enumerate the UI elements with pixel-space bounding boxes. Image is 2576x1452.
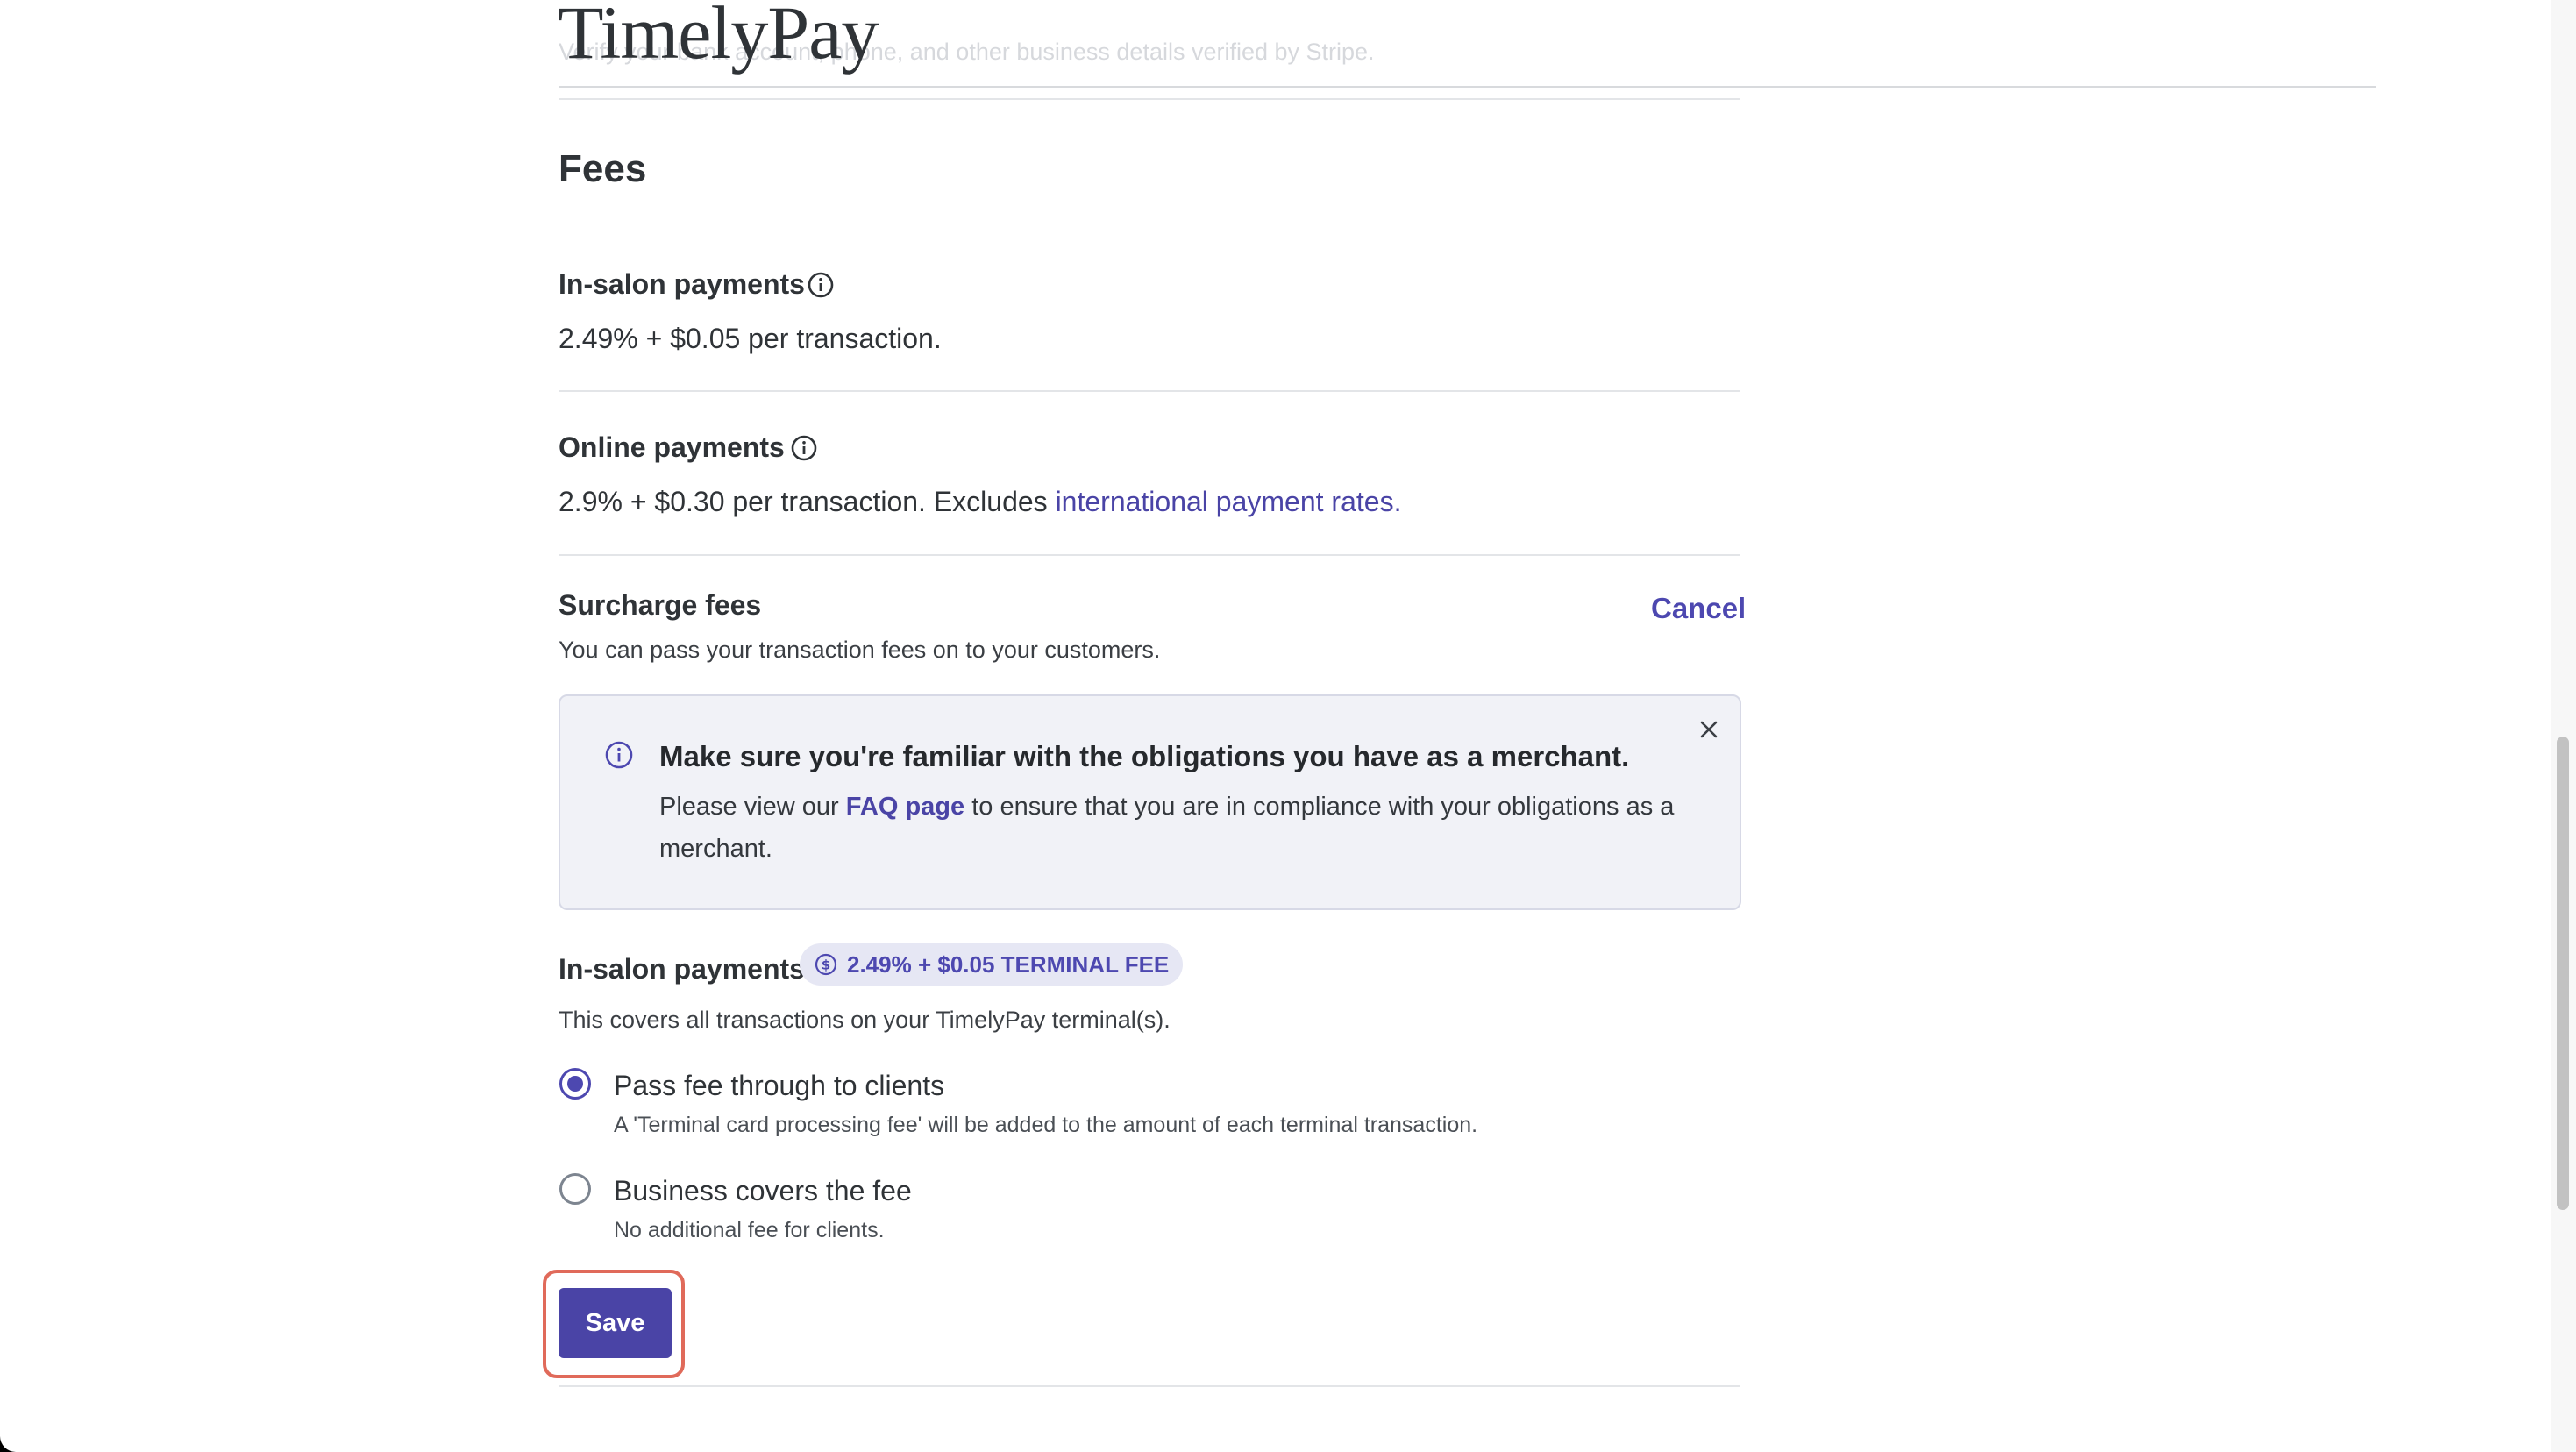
surcharge-description: You can pass your transaction fees on to… [559,637,1161,663]
notice-title: Make sure you're familiar with the oblig… [659,740,1630,772]
window-corner [0,1436,16,1452]
terminal-fee-badge: $ 2.49% + $0.05 TERMINAL FEE [800,943,1184,986]
fee-divider [559,390,1740,392]
fee-divider [559,554,1740,556]
scrollbar-track[interactable] [2551,0,2576,1452]
brand-header: Verify your bank account, phone, and oth… [0,0,2376,89]
in-salon-surcharge-description: This covers all transactions on your Tim… [559,1007,1171,1033]
in-salon-rate: 2.49% + $0.05 per transaction. [559,323,942,354]
surcharge-fees-title: Surcharge fees [559,589,762,621]
pass-fee-radio[interactable] [559,1068,591,1100]
in-salon-payments-label: In-salon payments [559,268,805,300]
business-covers-radio[interactable] [559,1173,591,1205]
info-icon [605,741,633,769]
svg-text:$: $ [822,957,830,973]
in-salon-surcharge-label: In-salon payments [559,953,805,985]
info-icon[interactable] [807,271,835,299]
save-button[interactable]: Save [559,1288,672,1358]
merchant-obligations-notice: Make sure you're familiar with the oblig… [559,694,1741,910]
business-covers-option-help: No additional fee for clients. [614,1218,885,1242]
section-divider [559,1385,1740,1387]
dollar-circle-icon: $ [815,953,837,976]
fees-heading: Fees [559,147,647,190]
online-rate: 2.9% + $0.30 per transaction. Excludes i… [559,486,1401,518]
pass-fee-option-label[interactable]: Pass fee through to clients [614,1070,944,1102]
header-divider [559,86,2376,88]
online-payments-label: Online payments [559,431,785,463]
terminal-fee-badge-label: 2.49% + $0.05 TERMINAL FEE [847,950,1170,978]
faq-page-link[interactable]: FAQ page [846,793,964,821]
business-covers-option-label[interactable]: Business covers the fee [614,1175,912,1207]
section-divider [559,98,1740,100]
notice-text: Please view our FAQ page to ensure that … [659,786,1694,870]
international-rates-link[interactable]: international payment rates. [1056,486,1402,517]
pass-fee-option-help: A 'Terminal card processing fee' will be… [614,1113,1478,1137]
timelypay-logo: TimelyPay [558,0,879,75]
close-icon[interactable] [1697,717,1721,742]
notice-text-prefix: Please view our [659,793,846,821]
cancel-button[interactable]: Cancel [1651,592,1746,625]
info-icon[interactable] [790,434,818,462]
scrollbar-thumb[interactable] [2557,737,2569,1210]
online-rate-text: 2.9% + $0.30 per transaction. Excludes [559,486,1056,517]
